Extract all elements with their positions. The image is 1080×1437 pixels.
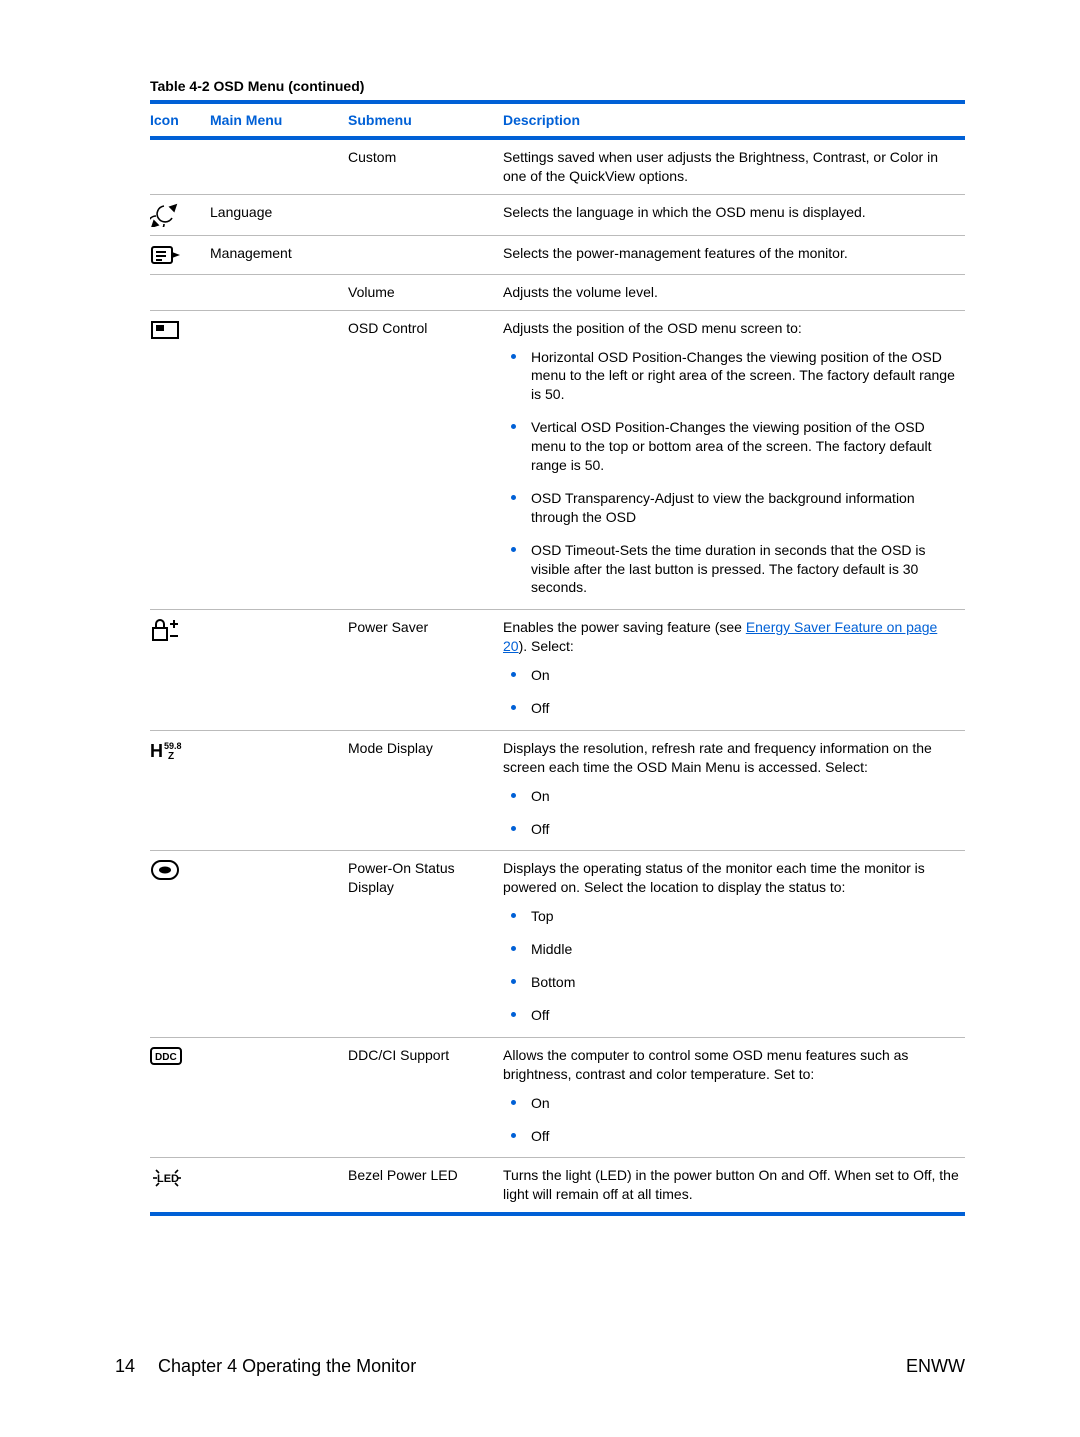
caption-prefix: Table 4-2 [150,78,210,94]
caption-rest: OSD Menu (continued) [210,78,365,94]
ddc-icon: DDC [150,1046,206,1066]
power-saver-icon [150,618,206,644]
table-row: H 59.8 Z Mode Display Displays the resol… [150,730,965,851]
list-item: Off [531,1006,961,1025]
language-icon [150,203,206,227]
list-item: OSD Timeout-Sets the time duration in se… [531,541,961,598]
bezel-led-icon: LED [150,1166,206,1190]
description-text: Adjusts the position of the OSD menu scr… [503,320,802,336]
svg-text:Z: Z [168,751,174,762]
bullet-list: On Off [503,666,961,718]
management-icon [150,244,206,266]
power-on-status-icon [150,859,206,881]
description-text: Displays the resolution, refresh rate an… [503,740,932,775]
table-row: Management Selects the power-management … [150,235,965,274]
description-text: Settings saved when user adjusts the Bri… [503,140,965,194]
footer-right: ENWW [906,1356,965,1377]
submenu-label: Mode Display [348,730,503,851]
description-text: Selects the language in which the OSD me… [503,194,965,235]
description-text: Displays the operating status of the mon… [503,860,925,895]
bullet-list: Top Middle Bottom Off [503,907,961,1025]
svg-text:H: H [150,741,163,761]
th-sub: Submenu [348,104,503,136]
th-main: Main Menu [210,104,348,136]
table-header-row: Icon Main Menu Submenu Description [150,104,965,136]
list-item: On [531,1094,961,1113]
page-number: 14 [115,1356,135,1376]
table-caption: Table 4-2 OSD Menu (continued) [150,78,965,94]
submenu-label: Bezel Power LED [348,1158,503,1212]
table-row: Language Selects the language in which t… [150,194,965,235]
list-item: Off [531,820,961,839]
description-before: Enables the power saving feature (see [503,619,746,635]
th-desc: Description [503,104,965,136]
mainmenu-label: Management [210,235,348,274]
osd-control-icon [150,319,206,341]
submenu-label: Power-On Status Display [348,851,503,1037]
list-item: OSD Transparency-Adjust to view the back… [531,489,961,527]
submenu-label: Custom [348,140,503,194]
list-item: Off [531,699,961,718]
description-text: Adjusts the volume level. [503,274,965,310]
submenu-label: Power Saver [348,610,503,731]
submenu-label: DDC/CI Support [348,1037,503,1158]
table-bottom-rule-row [150,1212,965,1216]
submenu-label: Volume [348,274,503,310]
description-text: Turns the light (LED) in the power butto… [503,1158,965,1212]
bullet-list: Horizontal OSD Position-Changes the view… [503,348,961,598]
table-row: Volume Adjusts the volume level. [150,274,965,310]
list-item: Off [531,1127,961,1146]
list-item: Vertical OSD Position-Changes the viewin… [531,418,961,475]
bullet-list: On Off [503,787,961,839]
th-icon: Icon [150,104,210,136]
chapter-title: Chapter 4 Operating the Monitor [158,1356,416,1376]
list-item: Top [531,907,961,926]
table-row: LED Bezel Power LED Turns the light (L [150,1158,965,1212]
osd-menu-table: Icon Main Menu Submenu Description Custo… [150,104,965,1216]
list-item: Middle [531,940,961,959]
svg-text:DDC: DDC [155,1052,177,1063]
page-footer: 14 Chapter 4 Operating the Monitor ENWW [115,1356,965,1377]
description-text: Selects the power-management features of… [503,235,965,274]
description-text: Allows the computer to control some OSD … [503,1047,908,1082]
list-item: On [531,787,961,806]
table-row: DDC DDC/CI Support Allows the computer t… [150,1037,965,1158]
list-item: On [531,666,961,685]
description-after: ). Select: [519,638,574,654]
table-bottom-rule [150,1212,965,1216]
table-row: Power Saver Enables the power saving fea… [150,610,965,731]
table-row: Power-On Status Display Displays the ope… [150,851,965,1037]
mainmenu-label: Language [210,194,348,235]
list-item: Bottom [531,973,961,992]
submenu-label: OSD Control [348,310,503,610]
table-row: Custom Settings saved when user adjusts … [150,140,965,194]
table-row: OSD Control Adjusts the position of the … [150,310,965,610]
list-item: Horizontal OSD Position-Changes the view… [531,348,961,405]
svg-text:59.8: 59.8 [164,741,182,751]
mode-display-icon: H 59.8 Z [150,739,206,763]
bullet-list: On Off [503,1094,961,1146]
